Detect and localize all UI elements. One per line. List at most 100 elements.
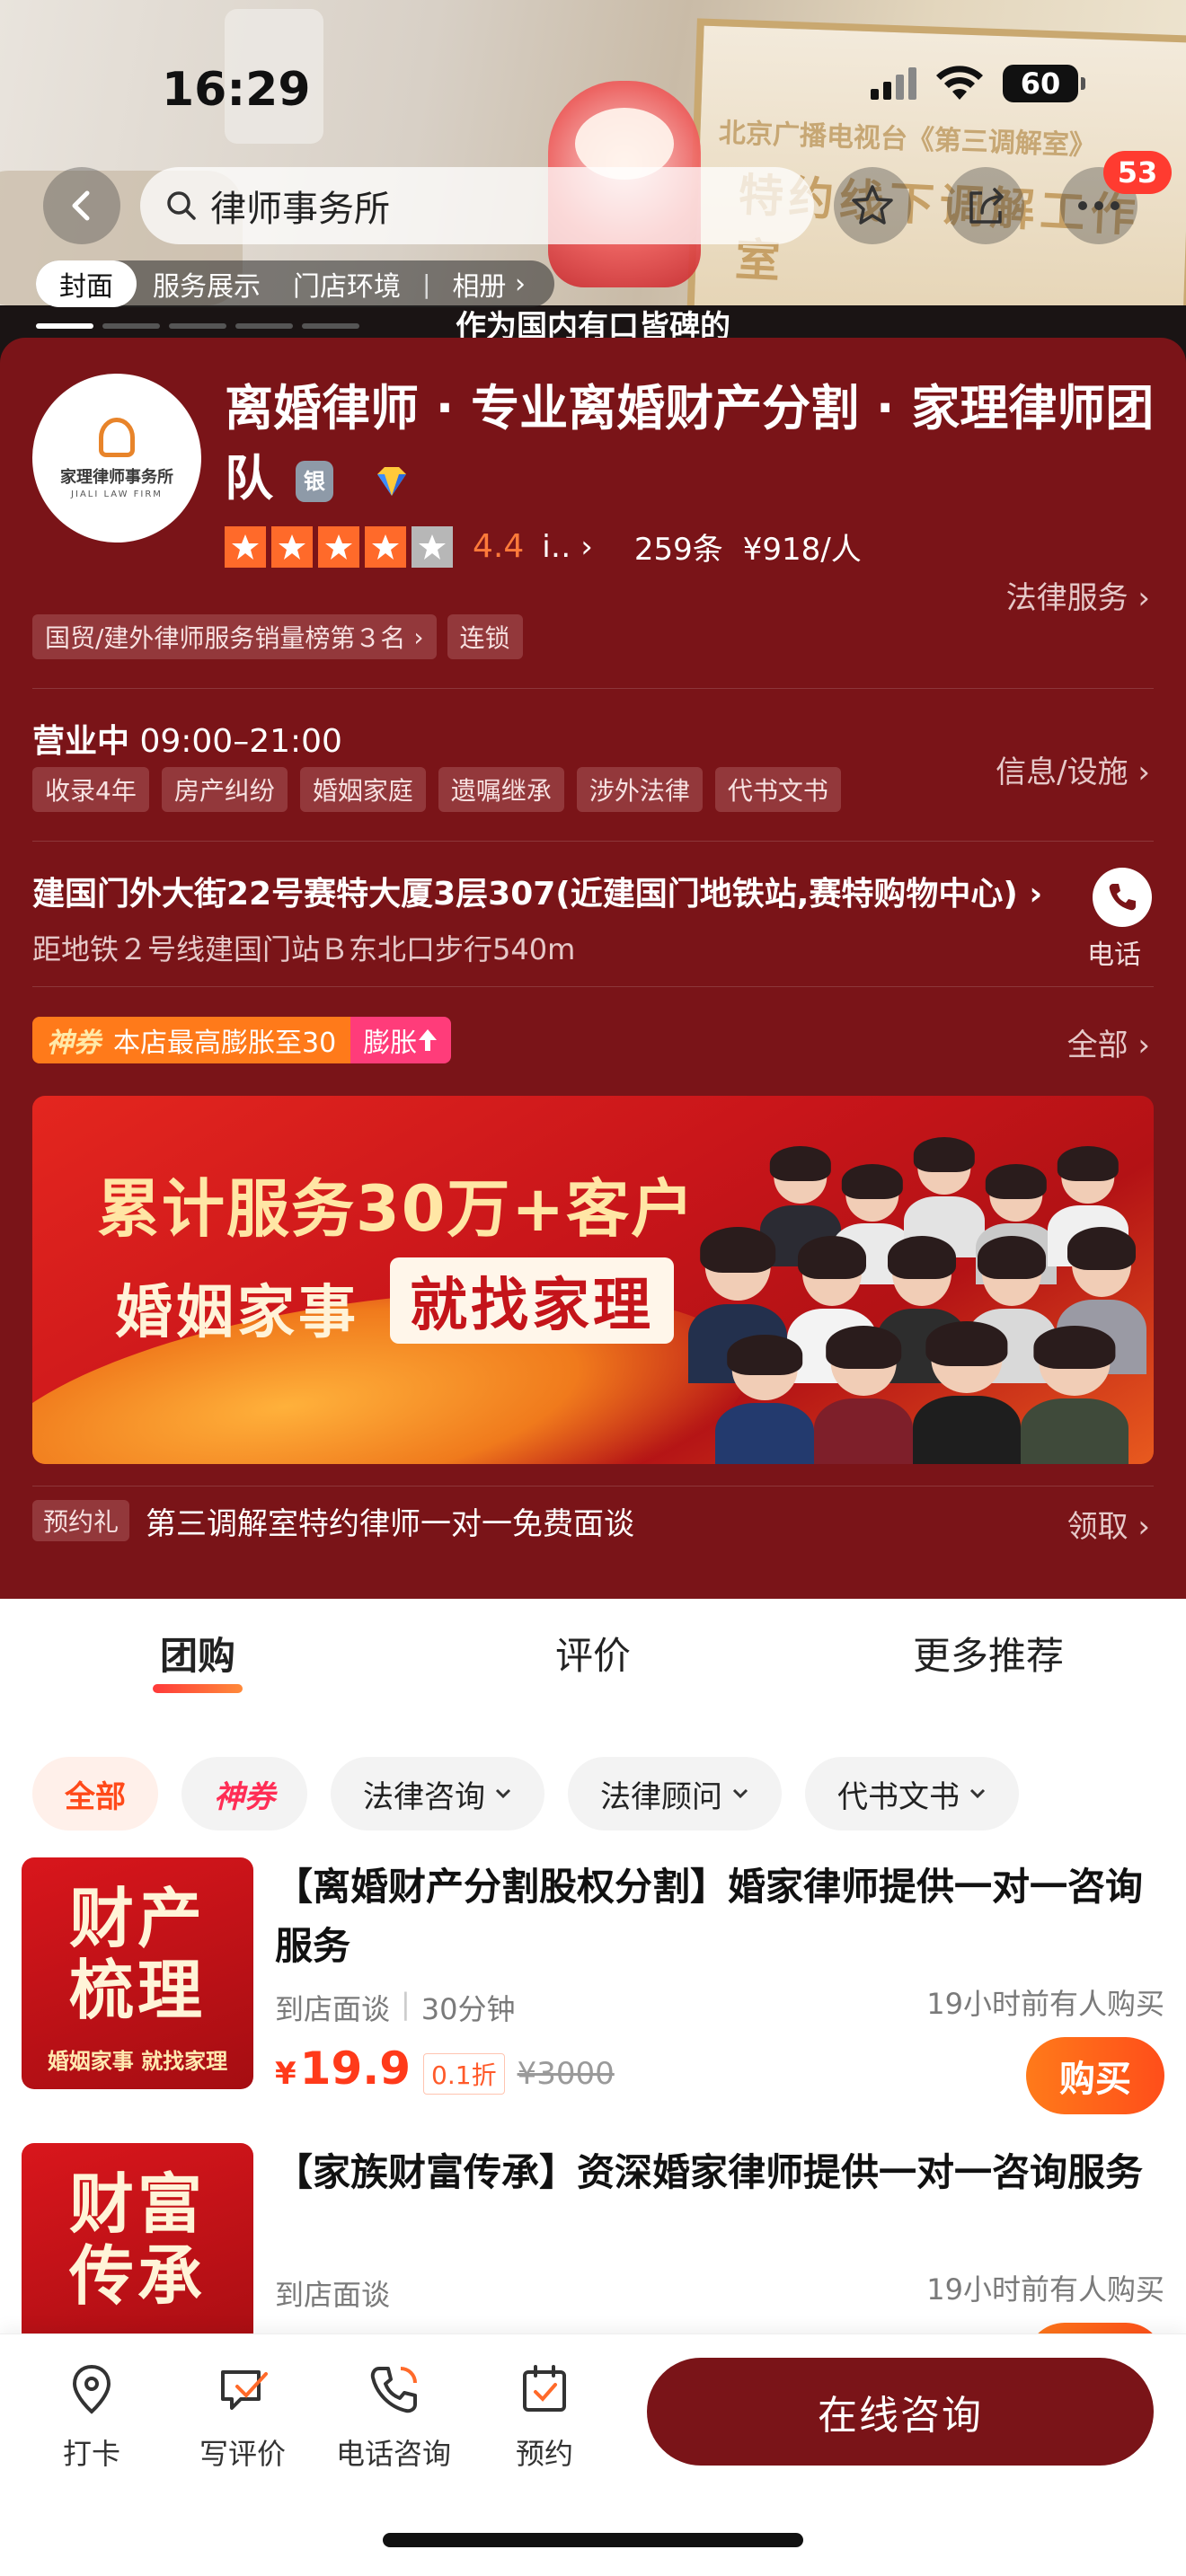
- discount-badge: 0.1折: [423, 2053, 505, 2095]
- product-item[interactable]: 财产 梳理 婚姻家事 就找家理 【离婚财产分割股权分割】婚家律师提供一对一咨询服…: [22, 1857, 1172, 2118]
- share-icon: [969, 188, 1004, 224]
- specialty-tag: 遗嘱继承: [438, 767, 564, 812]
- star-icon: [365, 525, 406, 568]
- shop-info-card: 家理律师事务所 JIALI LAW FIRM 离婚律师 · 专业离婚财产分割 ·…: [0, 338, 1186, 1599]
- filter-label: 法律顾问: [600, 1778, 722, 1815]
- meta-separator: |: [401, 1987, 411, 2021]
- search-input[interactable]: [210, 185, 749, 226]
- search-bar[interactable]: [140, 167, 814, 244]
- online-consult-button[interactable]: 在线咨询: [647, 2358, 1154, 2466]
- thumb-line2: 传承: [68, 2238, 206, 2314]
- product-title: 【家族财富传承】资深婚家律师提供一对一咨询服务: [275, 2150, 1144, 2194]
- write-review-button[interactable]: 写评价: [171, 2361, 314, 2473]
- album-tab-store[interactable]: 门店环境: [277, 260, 417, 307]
- claim-gift-link[interactable]: 领取 ›: [1067, 1502, 1150, 1546]
- lawyer-figure: [1021, 1326, 1128, 1464]
- phone-consult-button[interactable]: 电话咨询: [322, 2361, 465, 2473]
- booking-gift-row[interactable]: 预约礼 第三调解室特约律师一对一免费面谈: [32, 1498, 634, 1543]
- review-count: 259条: [633, 532, 723, 568]
- booking-button[interactable]: 预约: [473, 2361, 616, 2473]
- thumb-line1: 财富: [68, 2166, 206, 2242]
- thumb-line2: 梳理: [68, 1953, 206, 2028]
- content-tabs: 团购 评价 更多推荐: [0, 1626, 1186, 1681]
- info-facilities-link[interactable]: 信息/设施 ›: [996, 747, 1150, 791]
- checkin-button[interactable]: 打卡: [20, 2361, 164, 2473]
- album-tab-gallery-label: 相册: [452, 271, 507, 303]
- product-price: ¥ 19.9 0.1折 ¥3000: [275, 2042, 615, 2095]
- chain-tag: 连锁: [447, 614, 523, 659]
- banner-slogan-a: 婚姻家事: [115, 1280, 359, 1346]
- rating-row[interactable]: 4.4 i‥ › 259条 ¥918/人: [225, 525, 862, 569]
- thumb-slogan: 婚姻家事 就找家理: [47, 2049, 228, 2074]
- home-indicator: [383, 2533, 803, 2547]
- promo-banner[interactable]: 累计服务30万+客户 婚姻家事 就找家理: [32, 1096, 1154, 1464]
- status-icons: 60: [871, 65, 1085, 102]
- shop-title: 离婚律师 · 专业离婚财产分割 · 家理律师团队 银: [225, 374, 1159, 514]
- meta-duration: 30分钟: [420, 1992, 516, 2026]
- phone-label: 电话: [1087, 940, 1141, 971]
- tab-reviews[interactable]: 评价: [395, 1626, 791, 1681]
- recent-purchase: 19小时前有人购买: [926, 2272, 1164, 2307]
- legal-service-label: 法律服务: [1005, 580, 1128, 616]
- tab-more-recommendations[interactable]: 更多推荐: [791, 1626, 1186, 1681]
- gift-text: 第三调解室特约律师一对一免费面谈: [146, 1505, 635, 1542]
- coupon-all-link[interactable]: 全部 ›: [1067, 1020, 1150, 1064]
- average-price: ¥918/人: [742, 532, 862, 568]
- filter-legal-advisor[interactable]: 法律顾问: [568, 1757, 782, 1831]
- recent-purchase: 19小时前有人购买: [926, 1987, 1164, 2021]
- lawyer-figure: [715, 1335, 814, 1464]
- meta-type: 到店面谈: [275, 2278, 391, 2312]
- carousel-indicator: [36, 323, 359, 329]
- specialty-tags: 收录4年 房产纠纷 婚姻家庭 遗嘱继承 涉外法律 代书文书: [32, 767, 841, 812]
- album-tab-cover[interactable]: 封面: [36, 260, 137, 307]
- product-thumbnail[interactable]: 财产 梳理 婚姻家事 就找家理: [22, 1857, 253, 2089]
- album-tab-services[interactable]: 服务展示: [137, 260, 277, 307]
- booking-label: 预约: [515, 2437, 573, 2471]
- rating-score: 4.4: [473, 528, 525, 565]
- star-outline-icon: [852, 185, 893, 225]
- shop-logo[interactable]: 家理律师事务所 JIALI LAW FIRM: [32, 374, 201, 543]
- back-button[interactable]: [43, 167, 120, 244]
- chevron-down-icon: [969, 1788, 986, 1799]
- specialty-tag: 涉外法律: [576, 767, 703, 812]
- star-icon: [271, 525, 313, 568]
- lawyer-figure: [814, 1326, 913, 1464]
- specialty-tag: 代书文书: [714, 767, 841, 812]
- shop-address[interactable]: 建国门外大街22号赛特大厦3层307(近建国门地铁站,赛特购物中心) ›: [32, 868, 1048, 914]
- banner-slogan-b: 就找家理: [390, 1257, 674, 1344]
- filter-coupon[interactable]: 神券: [181, 1757, 307, 1831]
- favorite-button[interactable]: [834, 167, 911, 244]
- legal-service-link[interactable]: 法律服务 ›: [1006, 573, 1150, 617]
- product-meta: 到店面谈: [275, 2272, 390, 2314]
- cellular-signal-icon: [871, 67, 916, 100]
- sale-price: 19.9: [299, 2042, 412, 2095]
- coupon-brand: 神券: [47, 1028, 101, 1059]
- diamond-badge-icon: [376, 467, 406, 497]
- banner-headline: 累计服务30万+客户: [97, 1172, 696, 1246]
- filter-document-drafting[interactable]: 代书文书: [805, 1757, 1019, 1831]
- lawyer-figure: [913, 1321, 1021, 1464]
- business-hours: 营业中 09:00–21:00: [32, 715, 342, 762]
- filter-all[interactable]: 全部: [32, 1757, 158, 1831]
- filter-legal-consult[interactable]: 法律咨询: [331, 1757, 544, 1831]
- status-time: 16:29: [162, 63, 311, 117]
- specialty-tag: 房产纠纷: [161, 767, 288, 812]
- phone-consult-label: 电话咨询: [335, 2437, 451, 2471]
- rank-tag[interactable]: 国贸/建外律师服务销量榜第３名 ›: [32, 614, 437, 659]
- open-status: 营业中: [32, 723, 130, 760]
- share-button[interactable]: [947, 167, 1024, 244]
- buy-button[interactable]: 购买: [1026, 2037, 1164, 2114]
- phone-button[interactable]: [1093, 868, 1152, 927]
- album-tab-gallery[interactable]: 相册 ›: [436, 260, 542, 307]
- tab-group-buy[interactable]: 团购: [0, 1626, 395, 1681]
- coupon-all-label: 全部: [1067, 1028, 1128, 1063]
- specialty-tag: 收录4年: [32, 767, 149, 812]
- coupon-banner[interactable]: 神券 本店最高膨胀至30 膨胀: [32, 1017, 452, 1063]
- album-tabs: 封面 服务展示 门店环境 | 相册 ›: [36, 260, 554, 307]
- subway-distance: 距地铁２号线建国门站Ｂ东北口步行540m: [32, 932, 576, 966]
- coupon-text: 本店最高膨胀至30: [113, 1028, 337, 1059]
- chevron-left-icon: [72, 190, 90, 221]
- divider: [32, 688, 1154, 689]
- filter-chips: 全部 神券 法律咨询 法律顾问 代书文书: [32, 1757, 1019, 1831]
- phone-icon: [370, 2367, 417, 2413]
